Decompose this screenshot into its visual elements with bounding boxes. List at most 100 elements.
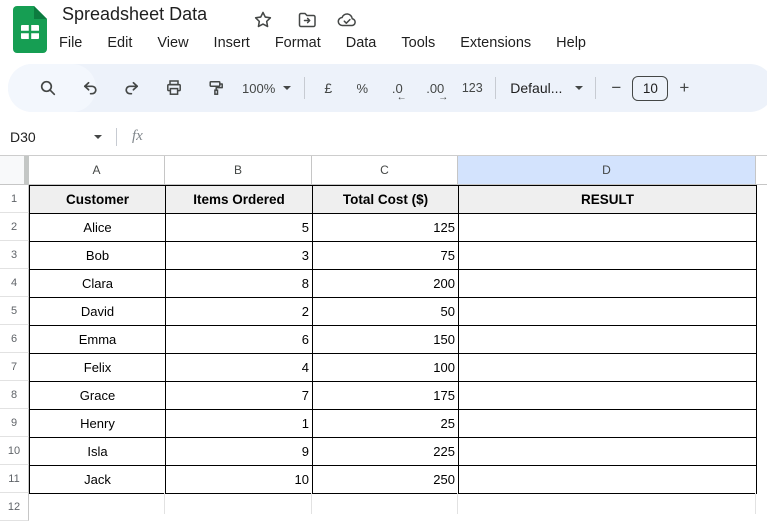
cell-C5[interactable]: 50 [312, 297, 459, 326]
document-title[interactable]: Spreadsheet Data [62, 4, 207, 25]
cell-B9[interactable]: 1 [165, 409, 313, 438]
cell-C10[interactable]: 225 [312, 437, 459, 466]
cell-B8[interactable]: 7 [165, 381, 313, 410]
print-icon[interactable] [165, 72, 183, 104]
cell-B5[interactable]: 2 [165, 297, 313, 326]
cell-B6[interactable]: 6 [165, 325, 313, 354]
row-header-8[interactable]: 8 [0, 381, 29, 409]
cell-A10[interactable]: Isla [29, 437, 166, 466]
row-header-10[interactable]: 10 [0, 437, 29, 465]
cell-A9[interactable]: Henry [29, 409, 166, 438]
font-size-value: 10 [632, 75, 669, 101]
row-header-12[interactable]: 12 [0, 493, 29, 521]
name-box[interactable]: D30 [10, 129, 102, 145]
select-all-corner[interactable] [0, 156, 29, 185]
column-header-B[interactable]: B [165, 156, 312, 185]
row-header-5[interactable]: 5 [0, 297, 29, 325]
menu-insert[interactable]: Insert [207, 32, 257, 54]
cell-D4[interactable] [458, 269, 757, 298]
menu-help[interactable]: Help [549, 32, 593, 54]
cell-B2[interactable]: 5 [165, 213, 313, 242]
redo-icon[interactable] [123, 72, 141, 104]
search-icon[interactable] [39, 72, 57, 104]
column-header-D[interactable]: D [458, 156, 756, 185]
row-header-6[interactable]: 6 [0, 325, 29, 353]
cell-A2[interactable]: Alice [29, 213, 166, 242]
cell-D3[interactable] [458, 241, 757, 270]
move-to-folder-icon[interactable] [296, 9, 318, 31]
formula-bar-divider [116, 127, 117, 146]
decrease-decimal-button[interactable]: .0 ← [387, 72, 407, 104]
cell-D6[interactable] [458, 325, 757, 354]
more-formats-button[interactable]: 123 [460, 72, 484, 104]
cell-C6[interactable]: 150 [312, 325, 459, 354]
cell-D7[interactable] [458, 353, 757, 382]
font-family-value: Defaul... [510, 80, 563, 96]
cell-C11[interactable]: 250 [312, 465, 459, 494]
row-header-11[interactable]: 11 [0, 465, 29, 493]
cell-B11[interactable]: 10 [165, 465, 313, 494]
undo-icon[interactable] [81, 72, 99, 104]
star-icon[interactable] [252, 9, 274, 31]
cell-A3[interactable]: Bob [29, 241, 166, 270]
zoom-control[interactable]: 100% [242, 72, 292, 104]
cell-C2[interactable]: 125 [312, 213, 459, 242]
cell-A5[interactable]: David [29, 297, 166, 326]
menu-format[interactable]: Format [268, 32, 328, 54]
cell-D2[interactable] [458, 213, 757, 242]
cell-D1[interactable]: RESULT [458, 185, 757, 214]
row-header-9[interactable]: 9 [0, 409, 29, 437]
cell-C8[interactable]: 175 [312, 381, 459, 410]
increase-decimal-button[interactable]: .00 → [423, 72, 448, 104]
menu-data[interactable]: Data [339, 32, 384, 54]
cell-A11[interactable]: Jack [29, 465, 166, 494]
gridline [457, 493, 458, 514]
column-header-A[interactable]: A [29, 156, 165, 185]
cell-B7[interactable]: 4 [165, 353, 313, 382]
cell-C1[interactable]: Total Cost ($) [312, 185, 459, 214]
increase-font-size-button[interactable]: + [677, 72, 691, 104]
cell-B4[interactable]: 8 [165, 269, 313, 298]
cell-B1[interactable]: Items Ordered [165, 185, 313, 214]
cell-C7[interactable]: 100 [312, 353, 459, 382]
cell-A6[interactable]: Emma [29, 325, 166, 354]
percent-format-button[interactable]: % [354, 72, 370, 104]
cloud-saved-icon[interactable] [336, 9, 358, 31]
menu-view[interactable]: View [150, 32, 195, 54]
cell-B3[interactable]: 3 [165, 241, 313, 270]
cell-C9[interactable]: 25 [312, 409, 459, 438]
cell-B10[interactable]: 9 [165, 437, 313, 466]
cell-C3[interactable]: 75 [312, 241, 459, 270]
arrow-left-icon: ← [396, 91, 407, 103]
menu-tools[interactable]: Tools [394, 32, 442, 54]
sheets-logo-icon[interactable] [13, 6, 47, 53]
column-header-C[interactable]: C [312, 156, 458, 185]
paint-format-icon[interactable] [207, 72, 225, 104]
row-header-4[interactable]: 4 [0, 269, 29, 297]
cell-D5[interactable] [458, 297, 757, 326]
gridline [755, 493, 756, 514]
row-header-2[interactable]: 2 [0, 213, 29, 241]
cell-A4[interactable]: Clara [29, 269, 166, 298]
cell-A7[interactable]: Felix [29, 353, 166, 382]
cell-A8[interactable]: Grace [29, 381, 166, 410]
row-header-1[interactable]: 1 [0, 185, 29, 213]
row-header-3[interactable]: 3 [0, 241, 29, 269]
font-size-input[interactable]: 10 [632, 72, 669, 104]
decrease-font-size-button[interactable]: − [609, 72, 623, 104]
table-row: Clara 8 200 [29, 269, 757, 298]
cell-C4[interactable]: 200 [312, 269, 459, 298]
cell-A1[interactable]: Customer [29, 185, 166, 214]
cell-D9[interactable] [458, 409, 757, 438]
row-header-7[interactable]: 7 [0, 353, 29, 381]
menu-extensions[interactable]: Extensions [453, 32, 538, 54]
menu-edit[interactable]: Edit [100, 32, 139, 54]
cell-D10[interactable] [458, 437, 757, 466]
currency-format-button[interactable]: £ [320, 72, 336, 104]
cell-D11[interactable] [458, 465, 757, 494]
fx-icon[interactable]: fx [132, 128, 143, 145]
column-header-sliver [756, 156, 767, 185]
font-family-selector[interactable]: Defaul... [510, 72, 584, 104]
menu-file[interactable]: File [52, 32, 89, 54]
cell-D8[interactable] [458, 381, 757, 410]
